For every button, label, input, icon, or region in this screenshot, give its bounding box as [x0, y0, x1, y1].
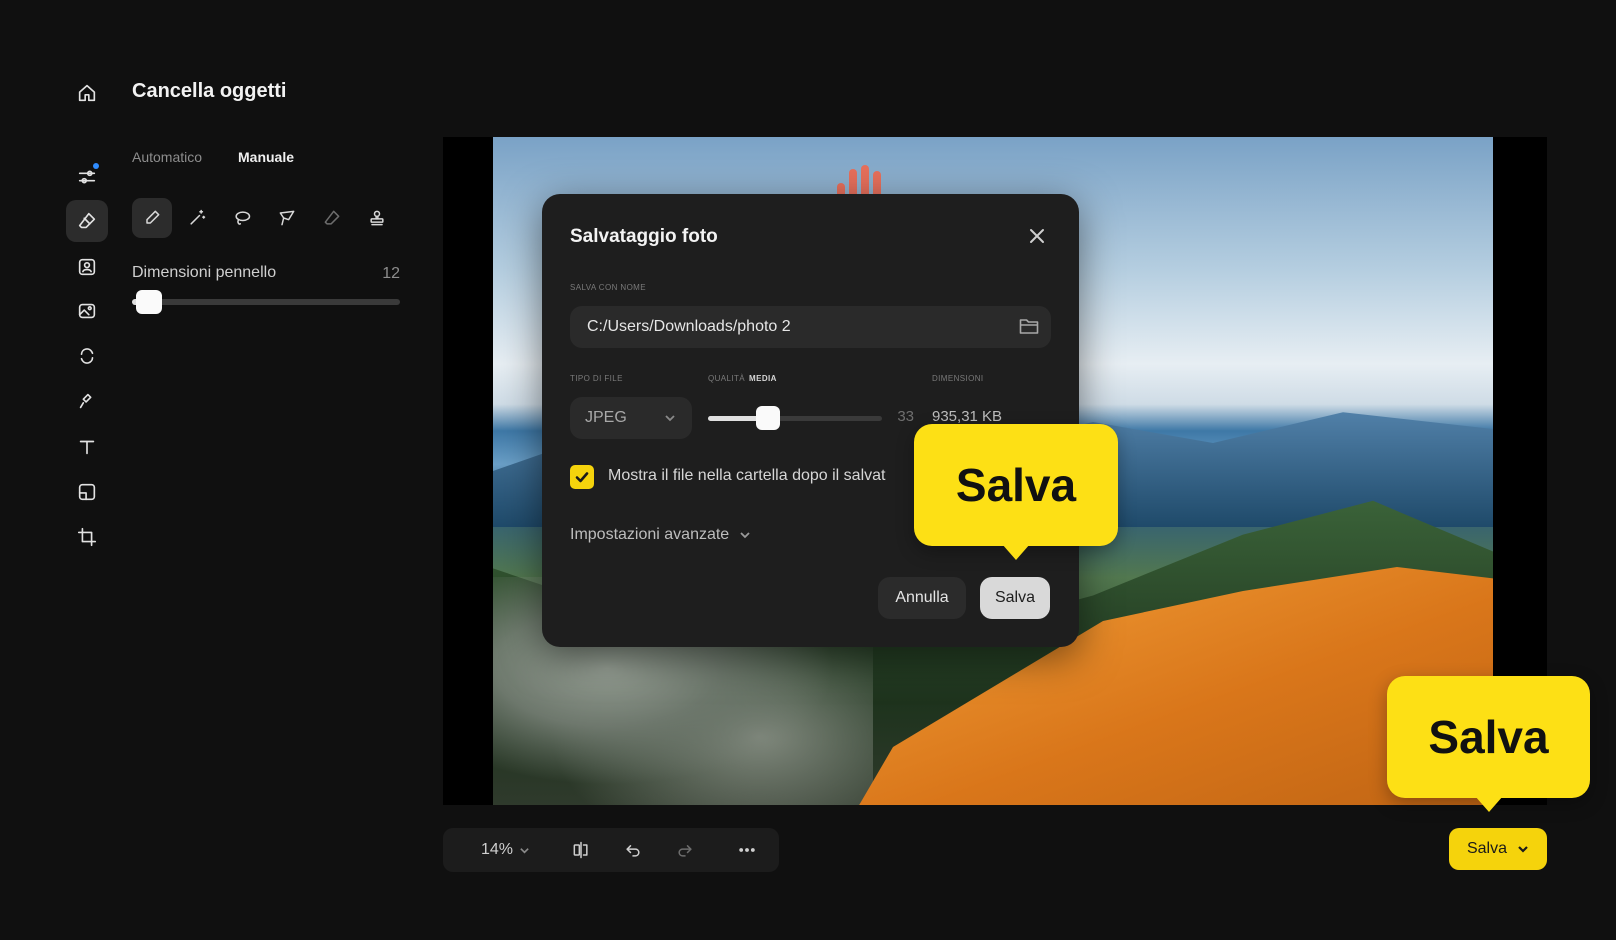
redo-icon — [678, 845, 692, 857]
filename-caption: SALVA CON NOME — [570, 283, 646, 292]
polygon-lasso-icon — [279, 210, 295, 226]
brush-size-value: 12 — [382, 265, 400, 282]
magic-wand-tool[interactable] — [177, 198, 217, 238]
replace-icon — [80, 348, 94, 364]
show-in-folder-checkbox[interactable] — [570, 465, 594, 489]
compare-icon — [573, 841, 588, 859]
size-caption: DIMENSIONI — [932, 374, 984, 383]
stamp-icon — [370, 210, 384, 226]
panel-title: Cancella oggetti — [132, 80, 287, 102]
magic-wand-icon — [190, 209, 206, 225]
file-size-value: 935,31 KB — [932, 408, 1003, 425]
clone-stamp-tool[interactable] — [357, 198, 397, 238]
undo-icon — [626, 845, 640, 857]
undo-button[interactable] — [622, 839, 644, 861]
chevron-down-icon — [740, 532, 750, 539]
polygon-lasso-tool[interactable] — [267, 198, 307, 238]
redo-button[interactable] — [674, 839, 696, 861]
quality-caption: QUALITÀ MEDIA — [708, 374, 777, 383]
brush-icon — [146, 210, 160, 224]
chevron-down-icon — [664, 411, 676, 429]
more-icon — [739, 848, 755, 852]
close-icon — [1030, 229, 1044, 243]
tab-manuale[interactable]: Manuale — [238, 149, 294, 165]
advanced-settings-toggle[interactable]: Impostazioni avanzate — [570, 526, 751, 544]
lasso-icon — [235, 211, 251, 225]
more-options-button[interactable] — [736, 839, 758, 861]
zoom-value: 14% — [481, 841, 514, 858]
filename-input[interactable]: C:/Users/Downloads/photo 2 — [570, 306, 1051, 348]
adjustments-icon — [78, 170, 96, 184]
folder-icon — [1019, 319, 1039, 334]
brush-size-handle[interactable] — [136, 290, 162, 314]
compare-button[interactable] — [570, 839, 592, 861]
home-icon — [78, 84, 96, 102]
photo-enhance-button[interactable] — [66, 290, 108, 332]
crop-button[interactable] — [66, 516, 108, 558]
notification-dot — [93, 163, 99, 169]
quality-level: MEDIA — [749, 374, 777, 383]
brush-size-label: Dimensioni pennello — [132, 264, 277, 281]
chevron-down-icon — [1518, 846, 1528, 853]
dialog-save-callout: Salva — [914, 424, 1118, 546]
zoom-select[interactable]: 14% — [481, 841, 530, 859]
brush-size-slider[interactable] — [132, 299, 400, 305]
home-button[interactable] — [66, 72, 108, 114]
close-button[interactable] — [1025, 224, 1049, 248]
photo-enhance-icon — [78, 303, 96, 319]
save-photo-dialog: Salvataggio foto SALVA CON NOME C:/Users… — [542, 194, 1079, 647]
browse-folder-button[interactable] — [1019, 317, 1041, 337]
filetype-caption: TIPO DI FILE — [570, 374, 623, 383]
eraser-icon — [78, 212, 96, 229]
adjustments-button[interactable] — [66, 156, 108, 198]
cancel-button[interactable]: Annulla — [878, 577, 966, 619]
lasso-tool[interactable] — [222, 198, 262, 238]
effects-button[interactable] — [66, 380, 108, 422]
sparkle-icon — [79, 393, 92, 409]
layout-icon — [78, 483, 96, 501]
quality-handle[interactable] — [756, 406, 780, 430]
text-icon — [79, 440, 95, 455]
checkmark-icon — [575, 472, 589, 483]
eraser-outline-icon — [324, 210, 340, 225]
portrait-icon — [78, 258, 96, 276]
save-button[interactable]: Salva — [1449, 828, 1547, 870]
dialog-save-button[interactable]: Salva — [980, 577, 1050, 619]
advanced-settings-label: Impostazioni avanzate — [570, 526, 730, 543]
crop-icon — [77, 527, 97, 547]
replace-button[interactable] — [66, 335, 108, 377]
quality-slider[interactable] — [708, 416, 882, 421]
filetype-value: JPEG — [585, 409, 627, 426]
chevron-down-icon — [520, 847, 529, 854]
main-save-callout: Salva — [1387, 676, 1590, 798]
erase-objects-button[interactable] — [66, 200, 108, 242]
portrait-button[interactable] — [66, 246, 108, 288]
layout-button[interactable] — [66, 471, 108, 513]
save-button-label: Salva — [1466, 840, 1508, 857]
filename-value: C:/Users/Downloads/photo 2 — [587, 318, 791, 335]
restore-tool[interactable] — [312, 198, 352, 238]
show-in-folder-label: Mostra il file nella cartella dopo il sa… — [608, 467, 886, 484]
dialog-title: Salvataggio foto — [570, 226, 718, 247]
text-button[interactable] — [66, 426, 108, 468]
bottom-toolbar: 14% — [443, 828, 779, 872]
brush-tool[interactable] — [132, 198, 172, 238]
quality-value: 33 — [897, 408, 914, 425]
filetype-select[interactable]: JPEG — [570, 397, 692, 439]
tab-automatico[interactable]: Automatico — [132, 149, 202, 165]
quality-caption-text: QUALITÀ — [708, 374, 746, 383]
